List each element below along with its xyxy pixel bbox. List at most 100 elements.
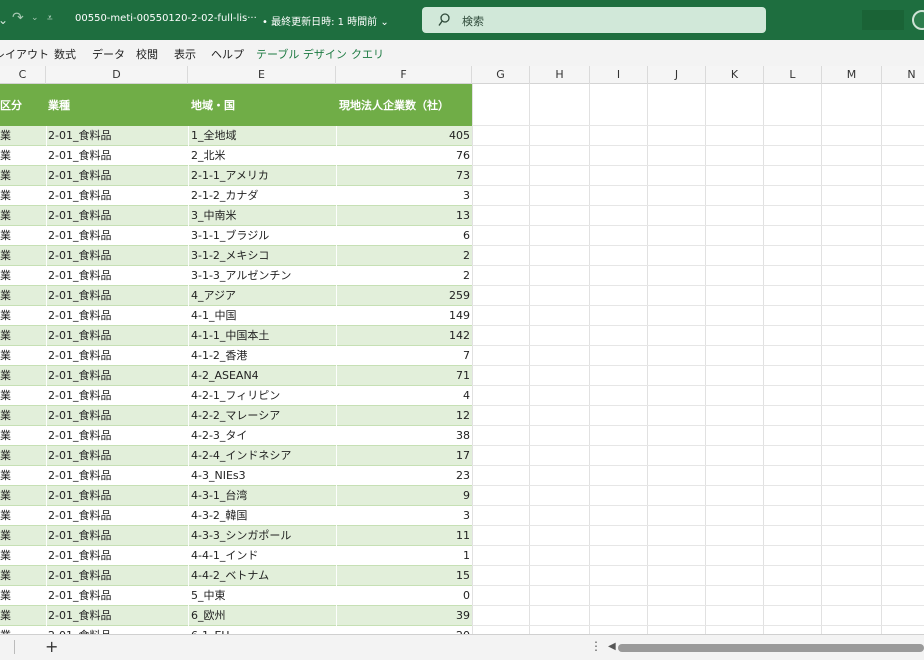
count-cell[interactable]: 12 <box>338 406 470 426</box>
region-cell[interactable]: 4-2-1_フィリピン <box>191 386 335 406</box>
region-cell[interactable]: 2_北米 <box>191 146 335 166</box>
count-cell[interactable]: 3 <box>338 506 470 526</box>
category-cell[interactable]: 業 <box>0 206 46 226</box>
category-cell[interactable]: 業 <box>0 326 46 346</box>
ribbon-tab[interactable]: データ <box>92 46 125 62</box>
category-cell[interactable]: 業 <box>0 566 46 586</box>
count-cell[interactable]: 71 <box>338 366 470 386</box>
count-cell[interactable]: 2 <box>338 266 470 286</box>
region-cell[interactable]: 3-1-3_アルゼンチン <box>191 266 335 286</box>
industry-cell[interactable]: 2-01_食料品 <box>48 246 186 266</box>
titlebar-action-area[interactable] <box>862 10 904 30</box>
industry-cell[interactable]: 2-01_食料品 <box>48 326 186 346</box>
category-cell[interactable]: 業 <box>0 146 46 166</box>
category-cell[interactable]: 業 <box>0 526 46 546</box>
search-box[interactable]: 検索 <box>422 7 766 33</box>
column-header[interactable]: L <box>764 66 822 84</box>
industry-cell[interactable]: 2-01_食料品 <box>48 126 186 146</box>
count-cell[interactable]: 20 <box>338 626 470 634</box>
region-cell[interactable]: 4-3_NIEs3 <box>191 466 335 486</box>
category-cell[interactable]: 業 <box>0 546 46 566</box>
redo-dropdown-icon[interactable]: ⌄ <box>31 13 39 23</box>
category-cell[interactable]: 業 <box>0 486 46 506</box>
region-cell[interactable]: 1_全地域 <box>191 126 335 146</box>
industry-cell[interactable]: 2-01_食料品 <box>48 186 186 206</box>
region-cell[interactable]: 3_中南米 <box>191 206 335 226</box>
header-company-count[interactable]: 現地法人企業数（社） <box>339 97 449 113</box>
region-cell[interactable]: 4-4-1_インド <box>191 546 335 566</box>
region-cell[interactable]: 4-1-2_香港 <box>191 346 335 366</box>
industry-cell[interactable]: 2-01_食料品 <box>48 506 186 526</box>
count-cell[interactable]: 7 <box>338 346 470 366</box>
count-cell[interactable]: 38 <box>338 426 470 446</box>
category-cell[interactable]: 業 <box>0 246 46 266</box>
category-cell[interactable]: 業 <box>0 306 46 326</box>
ribbon-tab[interactable]: テーブル デザイン <box>256 46 347 62</box>
header-category[interactable]: 区分 <box>0 97 22 113</box>
industry-cell[interactable]: 2-01_食料品 <box>48 626 186 634</box>
category-cell[interactable]: 業 <box>0 126 46 146</box>
industry-cell[interactable]: 2-01_食料品 <box>48 486 186 506</box>
count-cell[interactable]: 149 <box>338 306 470 326</box>
column-header[interactable]: I <box>590 66 648 84</box>
redo-icon[interactable]: ↷ <box>12 10 24 26</box>
industry-cell[interactable]: 2-01_食料品 <box>48 366 186 386</box>
industry-cell[interactable]: 2-01_食料品 <box>48 306 186 326</box>
count-cell[interactable]: 9 <box>338 486 470 506</box>
add-sheet-button[interactable]: + <box>45 637 58 656</box>
category-cell[interactable]: 業 <box>0 386 46 406</box>
count-cell[interactable]: 6 <box>338 226 470 246</box>
industry-cell[interactable]: 2-01_食料品 <box>48 446 186 466</box>
count-cell[interactable]: 2 <box>338 246 470 266</box>
count-cell[interactable]: 11 <box>338 526 470 546</box>
industry-cell[interactable]: 2-01_食料品 <box>48 426 186 446</box>
column-header[interactable]: K <box>706 66 764 84</box>
save-status-dropdown[interactable]: • 最終更新日時: 1 時間前 ⌄ <box>262 13 389 28</box>
count-cell[interactable]: 1 <box>338 546 470 566</box>
region-cell[interactable]: 3-1-2_メキシコ <box>191 246 335 266</box>
region-cell[interactable]: 3-1-1_ブラジル <box>191 226 335 246</box>
avatar[interactable] <box>912 10 924 30</box>
header-region[interactable]: 地域・国 <box>191 97 235 113</box>
undo-dropdown-icon[interactable]: ⌄ <box>0 13 8 27</box>
category-cell[interactable]: 業 <box>0 626 46 634</box>
category-cell[interactable]: 業 <box>0 446 46 466</box>
header-industry[interactable]: 業種 <box>48 97 70 113</box>
category-cell[interactable]: 業 <box>0 406 46 426</box>
column-header[interactable]: E <box>188 66 336 84</box>
column-header[interactable]: F <box>336 66 472 84</box>
category-cell[interactable]: 業 <box>0 186 46 206</box>
count-cell[interactable]: 23 <box>338 466 470 486</box>
region-cell[interactable]: 4-2-2_マレーシア <box>191 406 335 426</box>
ribbon-tab[interactable]: クエリ <box>351 46 384 62</box>
category-cell[interactable]: 業 <box>0 346 46 366</box>
industry-cell[interactable]: 2-01_食料品 <box>48 346 186 366</box>
count-cell[interactable]: 15 <box>338 566 470 586</box>
region-cell[interactable]: 4-3-3_シンガポール <box>191 526 335 546</box>
worksheet-grid[interactable]: 区分 業種 地域・国 現地法人企業数（社） 業 2-01_食料品 1_全地域 405 業… <box>0 84 924 634</box>
region-cell[interactable]: 2-1-2_カナダ <box>191 186 335 206</box>
horizontal-scrollbar[interactable] <box>618 644 924 652</box>
region-cell[interactable]: 4-2_ASEAN4 <box>191 366 335 386</box>
region-cell[interactable]: 5_中東 <box>191 586 335 606</box>
count-cell[interactable]: 4 <box>338 386 470 406</box>
industry-cell[interactable]: 2-01_食料品 <box>48 586 186 606</box>
more-options-icon[interactable]: ⋮ <box>590 639 602 653</box>
industry-cell[interactable]: 2-01_食料品 <box>48 286 186 306</box>
industry-cell[interactable]: 2-01_食料品 <box>48 406 186 426</box>
region-cell[interactable]: 4-3-1_台湾 <box>191 486 335 506</box>
column-header[interactable]: M <box>822 66 882 84</box>
category-cell[interactable]: 業 <box>0 466 46 486</box>
category-cell[interactable]: 業 <box>0 586 46 606</box>
category-cell[interactable]: 業 <box>0 606 46 626</box>
count-cell[interactable]: 39 <box>338 606 470 626</box>
column-header[interactable]: C <box>0 66 46 84</box>
column-header[interactable]: G <box>472 66 530 84</box>
industry-cell[interactable]: 2-01_食料品 <box>48 386 186 406</box>
document-title[interactable]: 00550-meti-00550120-2-02-full-lis··· <box>75 13 257 24</box>
count-cell[interactable]: 13 <box>338 206 470 226</box>
industry-cell[interactable]: 2-01_食料品 <box>48 226 186 246</box>
region-cell[interactable]: 4-1-1_中国本土 <box>191 326 335 346</box>
category-cell[interactable]: 業 <box>0 166 46 186</box>
industry-cell[interactable]: 2-01_食料品 <box>48 606 186 626</box>
